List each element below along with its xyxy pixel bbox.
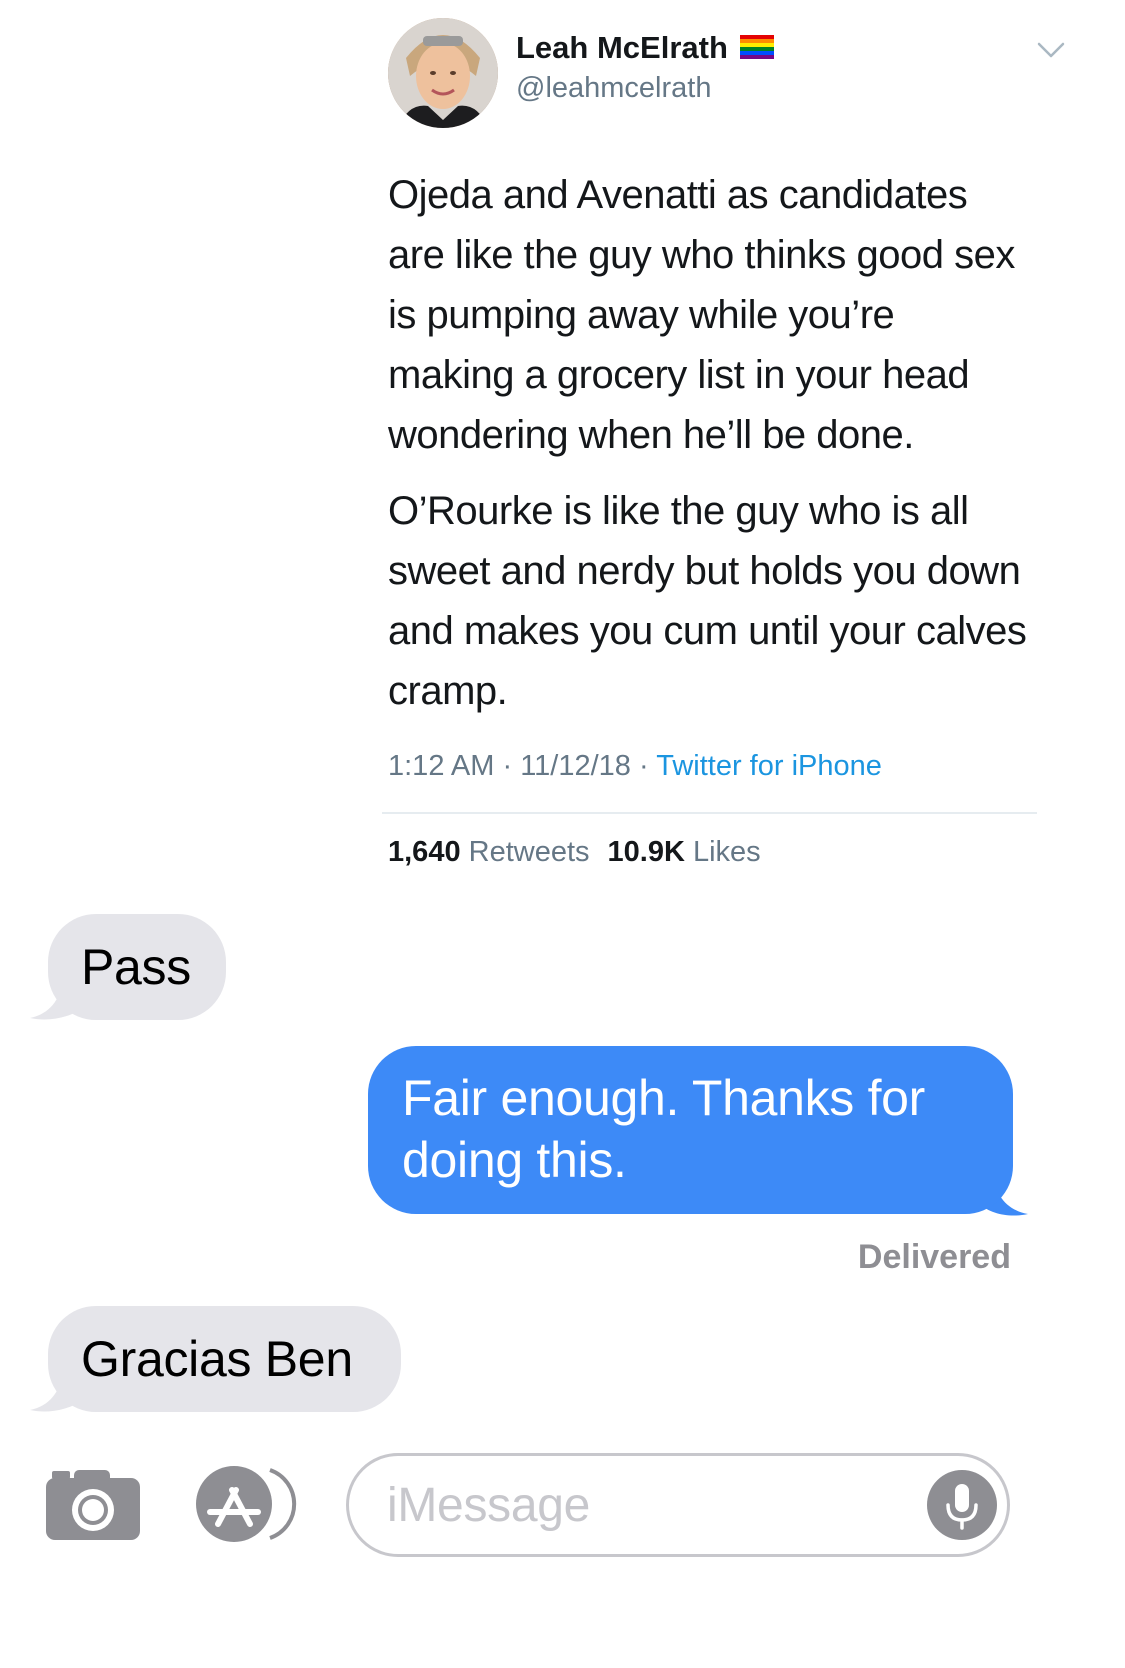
embedded-tweet[interactable]: Leah McElrath @leahmcelrath Ojeda and Av… xyxy=(382,0,1078,960)
retweets-count: 1,640 xyxy=(388,836,461,868)
delivered-status: Delivered xyxy=(857,1238,1011,1276)
tweet-paragraph: Ojeda and Avenatti as candidates are lik… xyxy=(388,173,1015,457)
tweet-source-link[interactable]: Twitter for iPhone xyxy=(656,750,882,782)
likes-stat[interactable]: 10.9K Likes xyxy=(608,836,761,868)
tweet-date: 11/12/18 xyxy=(520,750,631,782)
tweet-stats: 1,640 Retweets 10.9K Likes xyxy=(388,836,761,869)
chevron-down-icon[interactable] xyxy=(1036,40,1066,60)
incoming-message[interactable]: Gracias Ben xyxy=(48,1306,401,1412)
camera-icon[interactable] xyxy=(46,1468,140,1540)
likes-label: Likes xyxy=(692,836,761,868)
imessage-input[interactable]: iMessage xyxy=(346,1453,1010,1557)
imessage-placeholder: iMessage xyxy=(387,1479,591,1532)
microphone-icon[interactable] xyxy=(927,1470,997,1540)
likes-count: 10.9K xyxy=(607,836,685,868)
retweets-label: Retweets xyxy=(468,836,590,868)
tweet-divider xyxy=(382,812,1037,814)
meta-separator: · xyxy=(639,750,649,782)
retweets-stat[interactable]: 1,640 Retweets xyxy=(388,836,590,868)
tweet-time: 1:12 AM xyxy=(388,750,495,782)
author-handle[interactable]: @leahmcelrath xyxy=(516,72,711,105)
author-avatar[interactable] xyxy=(388,18,498,128)
outgoing-message[interactable]: Fair enough. Thanks for doing this. xyxy=(368,1046,1013,1214)
message-text: Fair enough. Thanks for doing this. xyxy=(402,1070,926,1188)
tweet-paragraph: O’Rourke is like the guy who is all swee… xyxy=(388,489,1027,713)
message-text: Gracias Ben xyxy=(81,1331,353,1387)
tweet-text: Ojeda and Avenatti as candidates are lik… xyxy=(388,165,1078,737)
author-name[interactable]: Leah McElrath xyxy=(516,30,774,66)
incoming-message[interactable]: Pass xyxy=(48,914,226,1020)
app-store-icon[interactable] xyxy=(196,1466,300,1542)
message-text: Pass xyxy=(81,939,191,995)
meta-separator: · xyxy=(502,750,513,782)
rainbow-flag-icon xyxy=(739,34,774,59)
tweet-meta: 1:12 AM · 11/12/18 · Twitter for iPhone xyxy=(388,750,882,783)
